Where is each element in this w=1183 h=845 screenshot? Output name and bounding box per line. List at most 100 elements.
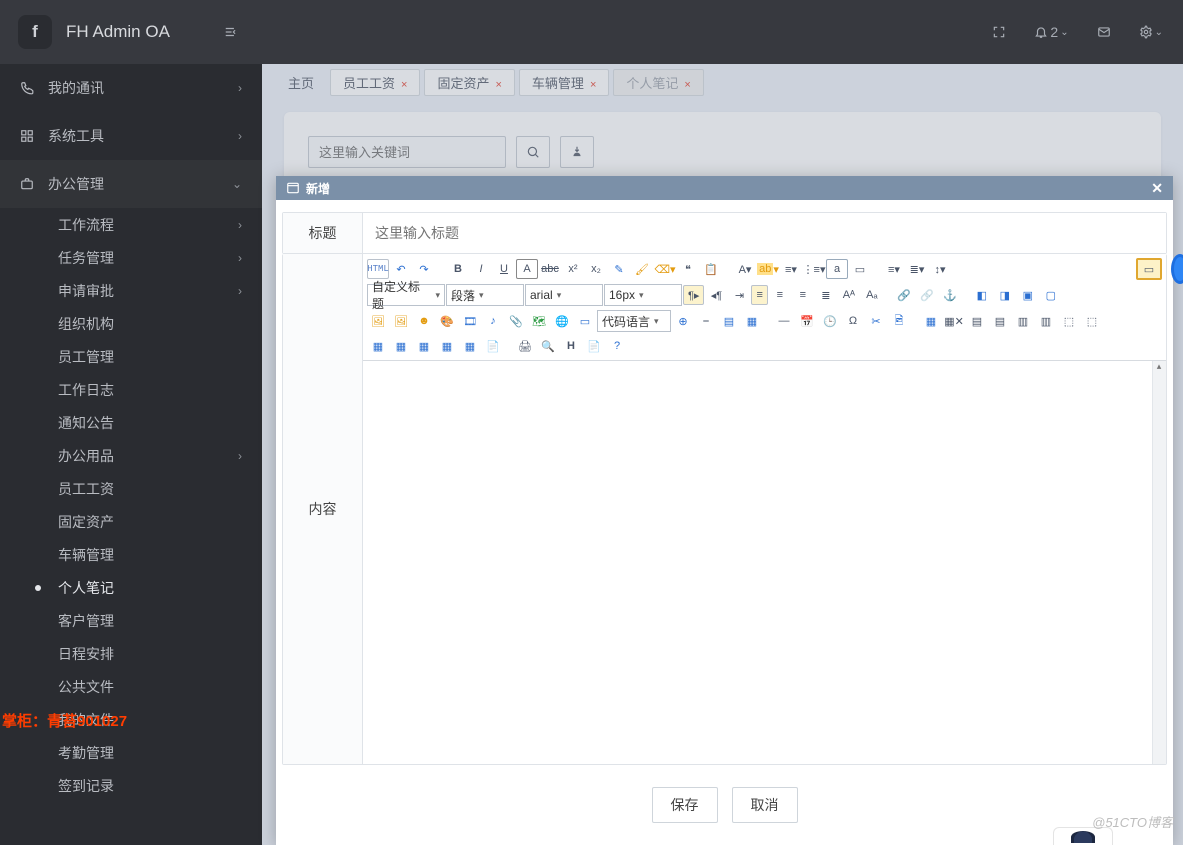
scrawl-button[interactable]: 🎨 [436, 311, 458, 331]
tbl-2-button[interactable]: ▦ [390, 336, 412, 356]
table-button[interactable]: ▦ [920, 311, 942, 331]
sidebar-subitem[interactable]: 员工管理 [0, 340, 262, 373]
new-page-button[interactable]: ▭ [849, 259, 871, 279]
side-handle[interactable] [1171, 254, 1183, 284]
align-justify-button[interactable]: ≣ [815, 285, 837, 305]
italic-button[interactable]: I [470, 259, 492, 279]
sidebar-subitem[interactable]: 组织机构 [0, 307, 262, 340]
subscript-button[interactable]: x₂ [585, 259, 607, 279]
redo-button[interactable]: ↷ [413, 259, 435, 279]
img-none-button[interactable]: ▢ [1040, 285, 1062, 305]
insert-image-button[interactable]: 🖼 [367, 311, 389, 331]
style-select[interactable]: 自定义标题▾ [367, 284, 445, 306]
font-family-select[interactable]: arial▾ [525, 284, 603, 306]
ordered-list-button[interactable]: ≡▾ [780, 259, 802, 279]
sidebar-subitem[interactable]: 任务管理› [0, 241, 262, 274]
pagebreak-button[interactable]: ⎯ [695, 311, 717, 331]
settings-button[interactable]: ⌄ [1139, 25, 1163, 39]
cancel-button[interactable]: 取消 [732, 787, 798, 823]
emoji-button[interactable]: ☻ [413, 311, 435, 331]
delete-row-button[interactable]: ▤ [989, 311, 1011, 331]
tbl-6-button[interactable]: 📄 [482, 336, 504, 356]
sidebar-subitem[interactable]: 办公用品› [0, 439, 262, 472]
search-replace-button[interactable]: H [560, 336, 582, 356]
sidebar-subitem[interactable]: 通知公告 [0, 406, 262, 439]
sidebar-item-contacts[interactable]: 我的通讯 › [0, 64, 262, 112]
rtl-button[interactable]: ◂¶ [705, 285, 727, 305]
delete-col-button[interactable]: ▥ [1035, 311, 1057, 331]
float-right-button[interactable]: ≣▾ [906, 259, 928, 279]
delete-table-button[interactable]: ▦✕ [943, 311, 965, 331]
link-button[interactable]: 🔗 [893, 285, 915, 305]
snapscreen-button[interactable]: ✂ [865, 311, 887, 331]
sidebar-subitem[interactable]: 考勤管理 [0, 736, 262, 769]
unlink-button[interactable]: 🔗 [916, 285, 938, 305]
wordimage-button[interactable]: 🖻 [888, 311, 910, 331]
line-height-button[interactable]: ↕▾ [929, 259, 951, 279]
tbl-4-button[interactable]: ▦ [436, 336, 458, 356]
underline-button[interactable]: U [493, 259, 515, 279]
sidebar-subitem[interactable]: 员工工资 [0, 472, 262, 505]
superscript-button[interactable]: x² [562, 259, 584, 279]
fullscreen-editor-button[interactable]: ▭ [1136, 258, 1162, 280]
align-right-button[interactable]: ≡ [792, 285, 814, 305]
align-left-button[interactable]: ≡ [751, 285, 767, 305]
sidebar-subitem[interactable]: 工作日志 [0, 373, 262, 406]
source-html-button[interactable]: HTML [367, 259, 389, 279]
eraser-icon[interactable]: ✎ [608, 259, 630, 279]
indent-button[interactable]: ⇥ [728, 285, 750, 305]
insert-frame-button[interactable]: ▭ [574, 311, 596, 331]
music-button[interactable]: ♪ [482, 311, 504, 331]
font-size-select[interactable]: 16px▾ [604, 284, 682, 306]
preview-button[interactable]: 🔍 [537, 336, 559, 356]
drafts-button[interactable]: 📄 [583, 336, 605, 356]
hr-button[interactable]: — [773, 311, 795, 331]
sidebar-subitem[interactable]: 日程安排 [0, 637, 262, 670]
tbl-3-button[interactable]: ▦ [413, 336, 435, 356]
tbl-1-button[interactable]: ▦ [367, 336, 389, 356]
insert-multi-image-button[interactable]: 🖼 [390, 311, 412, 331]
background-button[interactable]: ▦ [741, 311, 763, 331]
sidebar-subitem[interactable]: 个人笔记 [0, 571, 262, 604]
map-button[interactable]: 🗺 [528, 311, 550, 331]
note-title-input[interactable] [363, 213, 1166, 253]
help-button[interactable]: ? [606, 336, 628, 356]
sidebar-item-system-tools[interactable]: 系统工具 › [0, 112, 262, 160]
undo-button[interactable]: ↶ [390, 259, 412, 279]
time-button[interactable]: 🕒 [819, 311, 841, 331]
webapp-button[interactable]: ⊕ [672, 311, 694, 331]
sidebar-subitem[interactable]: 车辆管理 [0, 538, 262, 571]
sidebar-subitem[interactable]: 固定资产 [0, 505, 262, 538]
align-center-button[interactable]: ≡ [769, 285, 791, 305]
date-button[interactable]: 📅 [796, 311, 818, 331]
highlight-button[interactable]: ab▾ [757, 259, 779, 279]
bold-button[interactable]: B [447, 259, 469, 279]
clear-format-button[interactable]: ⌫▾ [654, 259, 676, 279]
img-right-button[interactable]: ◨ [994, 285, 1016, 305]
notifications-button[interactable]: 2 ⌄ [1034, 24, 1068, 40]
print-button[interactable]: 🖨 [514, 336, 536, 356]
anchor-button[interactable]: ⚓ [939, 285, 961, 305]
mail-icon[interactable] [1097, 25, 1111, 39]
paragraph-select[interactable]: 段落▾ [446, 284, 524, 306]
tbl-5-button[interactable]: ▦ [459, 336, 481, 356]
ltr-button[interactable]: ¶▸ [683, 285, 704, 305]
select-all-button[interactable]: a [826, 259, 848, 279]
insert-row-button[interactable]: ▤ [966, 311, 988, 331]
img-left-button[interactable]: ◧ [971, 285, 993, 305]
paste-plain-button[interactable]: 📋 [700, 259, 722, 279]
lowercase-button[interactable]: Aₐ [861, 285, 883, 305]
fontborder-button[interactable]: A [516, 259, 538, 279]
format-brush-button[interactable]: 🖌 [631, 259, 653, 279]
template-button[interactable]: ▤ [718, 311, 740, 331]
float-left-button[interactable]: ≡▾ [883, 259, 905, 279]
img-center-button[interactable]: ▣ [1017, 285, 1039, 305]
uppercase-button[interactable]: Aᴬ [838, 285, 860, 305]
fullscreen-icon[interactable] [992, 25, 1006, 39]
modal-close-button[interactable]: ✕ [1151, 180, 1163, 197]
unordered-list-button[interactable]: ⋮≡▾ [803, 259, 825, 279]
video-button[interactable]: 🎞 [459, 311, 481, 331]
sidebar-subitem[interactable]: 工作流程› [0, 208, 262, 241]
scrollbar[interactable] [1152, 361, 1166, 764]
sidebar-subitem[interactable]: 客户管理 [0, 604, 262, 637]
